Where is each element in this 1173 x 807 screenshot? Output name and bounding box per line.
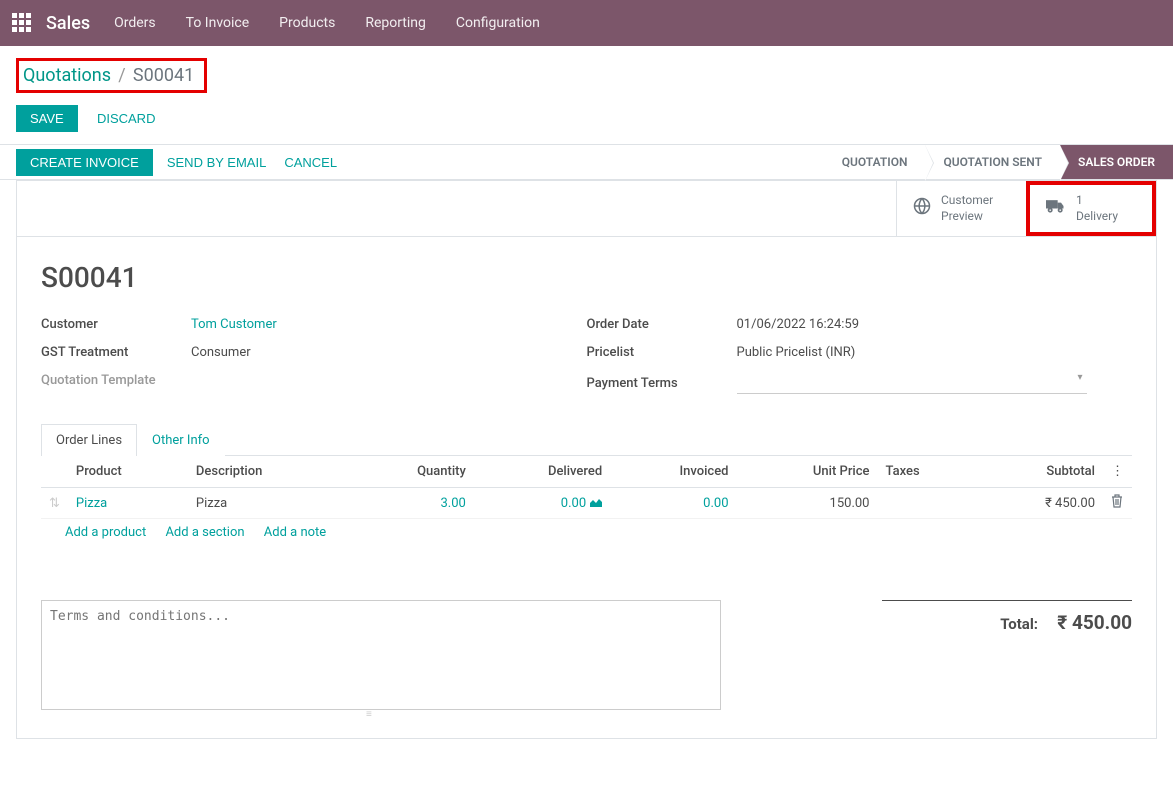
- template-label: Quotation Template: [41, 373, 191, 388]
- breadcrumb-separator: /: [118, 65, 125, 86]
- breadcrumb-current: S00041: [133, 65, 194, 86]
- date-label: Order Date: [587, 317, 737, 332]
- breadcrumb-parent[interactable]: Quotations: [23, 65, 111, 86]
- pricelist-label: Pricelist: [587, 345, 737, 360]
- row-subtotal: ₹ 450.00: [975, 488, 1103, 519]
- col-description: Description: [188, 456, 348, 488]
- status-sales-order[interactable]: SALES ORDER: [1060, 145, 1173, 179]
- nav-products[interactable]: Products: [279, 15, 335, 31]
- add-section-link[interactable]: Add a section: [165, 525, 244, 540]
- globe-icon: [913, 197, 931, 220]
- save-button[interactable]: SAVE: [16, 105, 78, 132]
- customer-preview-l2: Preview: [941, 209, 993, 225]
- payment-terms-label: Payment Terms: [587, 376, 737, 391]
- form-buttons: SAVE DISCARD: [0, 101, 1173, 144]
- status-quotation-sent[interactable]: QUOTATION SENT: [925, 145, 1060, 179]
- nav-configuration[interactable]: Configuration: [456, 15, 540, 31]
- nav-orders[interactable]: Orders: [114, 15, 156, 31]
- row-unit-price[interactable]: 150.00: [737, 488, 878, 519]
- col-product: Product: [68, 456, 188, 488]
- delivery-label: Delivery: [1076, 209, 1118, 225]
- gst-value: Consumer: [191, 345, 251, 360]
- customer-value[interactable]: Tom Customer: [191, 317, 277, 332]
- discard-button[interactable]: DISCARD: [89, 105, 164, 132]
- add-note-link[interactable]: Add a note: [264, 525, 326, 540]
- order-name: S00041: [17, 237, 1156, 310]
- resize-handle-icon[interactable]: ≡: [366, 709, 396, 715]
- gst-label: GST Treatment: [41, 345, 191, 360]
- total-value: ₹ 450.00: [1057, 611, 1132, 634]
- delivery-button[interactable]: 1 Delivery: [1026, 181, 1156, 236]
- col-invoiced: Invoiced: [610, 456, 736, 488]
- breadcrumb-area: Quotations / S00041: [0, 46, 1173, 101]
- form-sheet: Customer Preview 1 Delivery S00041 Custo…: [16, 180, 1157, 739]
- drag-handle-icon[interactable]: ⇅: [41, 488, 68, 519]
- row-invoiced[interactable]: 0.00: [610, 488, 736, 519]
- pricelist-value: Public Pricelist (INR): [737, 345, 856, 360]
- create-invoice-button[interactable]: CREATE INVOICE: [16, 149, 153, 176]
- top-nav: Sales Orders To Invoice Products Reporti…: [0, 0, 1173, 46]
- col-quantity: Quantity: [348, 456, 474, 488]
- apps-icon[interactable]: [12, 13, 32, 33]
- col-unit-price: Unit Price: [737, 456, 878, 488]
- area-chart-icon[interactable]: [590, 496, 602, 510]
- col-subtotal: Subtotal: [975, 456, 1103, 488]
- total-label: Total:: [1000, 615, 1038, 633]
- breadcrumb-highlight: Quotations / S00041: [16, 58, 207, 93]
- app-title[interactable]: Sales: [46, 13, 90, 34]
- row-taxes[interactable]: [878, 488, 975, 519]
- trash-icon[interactable]: [1103, 488, 1132, 519]
- nav-to-invoice[interactable]: To Invoice: [186, 15, 250, 31]
- customer-preview-l1: Customer: [941, 193, 993, 209]
- row-product[interactable]: Pizza: [68, 488, 188, 519]
- date-value: 01/06/2022 16:24:59: [737, 317, 860, 332]
- status-bar: CREATE INVOICE SEND BY EMAIL CANCEL QUOT…: [0, 144, 1173, 180]
- col-delivered: Delivered: [474, 456, 610, 488]
- payment-terms-select[interactable]: [737, 372, 1087, 394]
- col-taxes: Taxes: [878, 456, 975, 488]
- send-email-button[interactable]: SEND BY EMAIL: [167, 155, 266, 170]
- terms-textarea[interactable]: [41, 600, 721, 710]
- col-options-icon[interactable]: ⋮: [1103, 456, 1132, 488]
- truck-icon: [1046, 198, 1066, 219]
- row-description[interactable]: Pizza: [188, 488, 348, 519]
- nav-reporting[interactable]: Reporting: [365, 15, 426, 31]
- status-quotation[interactable]: QUOTATION: [824, 145, 926, 179]
- tab-other-info[interactable]: Other Info: [137, 424, 225, 456]
- tab-order-lines[interactable]: Order Lines: [41, 424, 137, 456]
- row-delivered[interactable]: 0.00: [474, 488, 610, 519]
- row-quantity[interactable]: 3.00: [348, 488, 474, 519]
- add-product-link[interactable]: Add a product: [65, 525, 146, 540]
- cancel-button[interactable]: CANCEL: [284, 155, 337, 170]
- customer-preview-button[interactable]: Customer Preview: [896, 181, 1026, 236]
- order-lines-table: Product Description Quantity Delivered I…: [41, 456, 1132, 519]
- customer-label: Customer: [41, 317, 191, 332]
- table-row[interactable]: ⇅ Pizza Pizza 3.00 0.00 0.00 150.00 ₹ 45…: [41, 488, 1132, 519]
- delivery-count: 1: [1076, 193, 1118, 209]
